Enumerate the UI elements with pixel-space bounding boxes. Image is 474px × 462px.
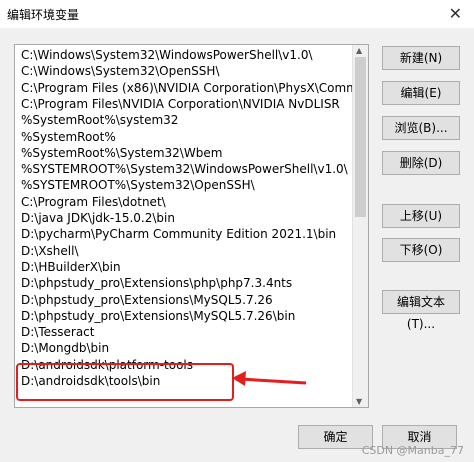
scroll-down-icon[interactable]: ▼ <box>356 397 362 406</box>
path-list-item[interactable]: %SystemRoot%\system32 <box>21 112 178 129</box>
edit-button[interactable]: 编辑(E) <box>382 81 460 105</box>
path-list-item[interactable]: D:\phpstudy_pro\Extensions\MySQL5.7.26 <box>21 292 273 309</box>
move-down-button[interactable]: 下移(O) <box>382 238 460 262</box>
path-list-item[interactable]: D:\Xshell\ <box>21 243 79 260</box>
path-list[interactable]: C:\Windows\System32\WindowsPowerShell\v1… <box>14 44 369 408</box>
delete-button[interactable]: 删除(D) <box>382 151 460 175</box>
title-bar: 编辑环境变量 ✕ <box>0 0 474 28</box>
path-list-item[interactable]: %SystemRoot% <box>21 129 116 146</box>
path-list-item[interactable]: D:\Tesseract <box>21 324 94 341</box>
annotation-highlight-box <box>16 363 234 401</box>
path-list-item[interactable]: C:\Windows\System32\OpenSSH\ <box>21 63 220 80</box>
vertical-scrollbar[interactable]: ▲ ▼ <box>352 45 368 407</box>
annotation-arrow-icon <box>232 371 307 386</box>
path-list-item[interactable]: %SYSTEMROOT%\System32\OpenSSH\ <box>21 177 255 194</box>
scroll-thumb[interactable] <box>355 57 366 217</box>
path-list-item[interactable]: C:\Program Files (x86)\NVIDIA Corporatio… <box>21 80 368 97</box>
window-title: 编辑环境变量 <box>7 8 80 22</box>
path-list-item[interactable]: D:\phpstudy_pro\Extensions\MySQL5.7.26\b… <box>21 308 295 325</box>
path-list-item[interactable]: D:\phpstudy_pro\Extensions\php\php7.3.4n… <box>21 275 292 292</box>
path-list-item[interactable]: %SystemRoot%\System32\Wbem <box>21 145 222 162</box>
path-list-item[interactable]: D:\java JDK\jdk-15.0.2\bin <box>21 210 175 227</box>
watermark: CSDN @Manba_77 <box>361 444 464 457</box>
move-up-button[interactable]: 上移(U) <box>382 204 460 228</box>
new-button[interactable]: 新建(N) <box>382 46 460 70</box>
path-list-item[interactable]: D:\Mongdb\bin <box>21 340 109 357</box>
close-icon[interactable]: ✕ <box>449 4 462 23</box>
path-list-item[interactable]: C:\Windows\System32\WindowsPowerShell\v1… <box>21 47 313 64</box>
path-list-item[interactable]: C:\Program Files\dotnet\ <box>21 194 166 211</box>
path-list-item[interactable]: C:\Program Files\NVIDIA Corporation\NVID… <box>21 96 340 113</box>
browse-button[interactable]: 浏览(B)... <box>382 116 460 140</box>
edit-text-button[interactable]: 编辑文本(T)... <box>382 290 460 331</box>
path-list-item[interactable]: D:\HBuilderX\bin <box>21 259 121 276</box>
path-list-item[interactable]: D:\pycharm\PyCharm Community Edition 202… <box>21 226 336 243</box>
path-list-item[interactable]: %SYSTEMROOT%\System32\WindowsPowerShell\… <box>21 161 348 178</box>
scroll-up-icon[interactable]: ▲ <box>356 46 362 55</box>
